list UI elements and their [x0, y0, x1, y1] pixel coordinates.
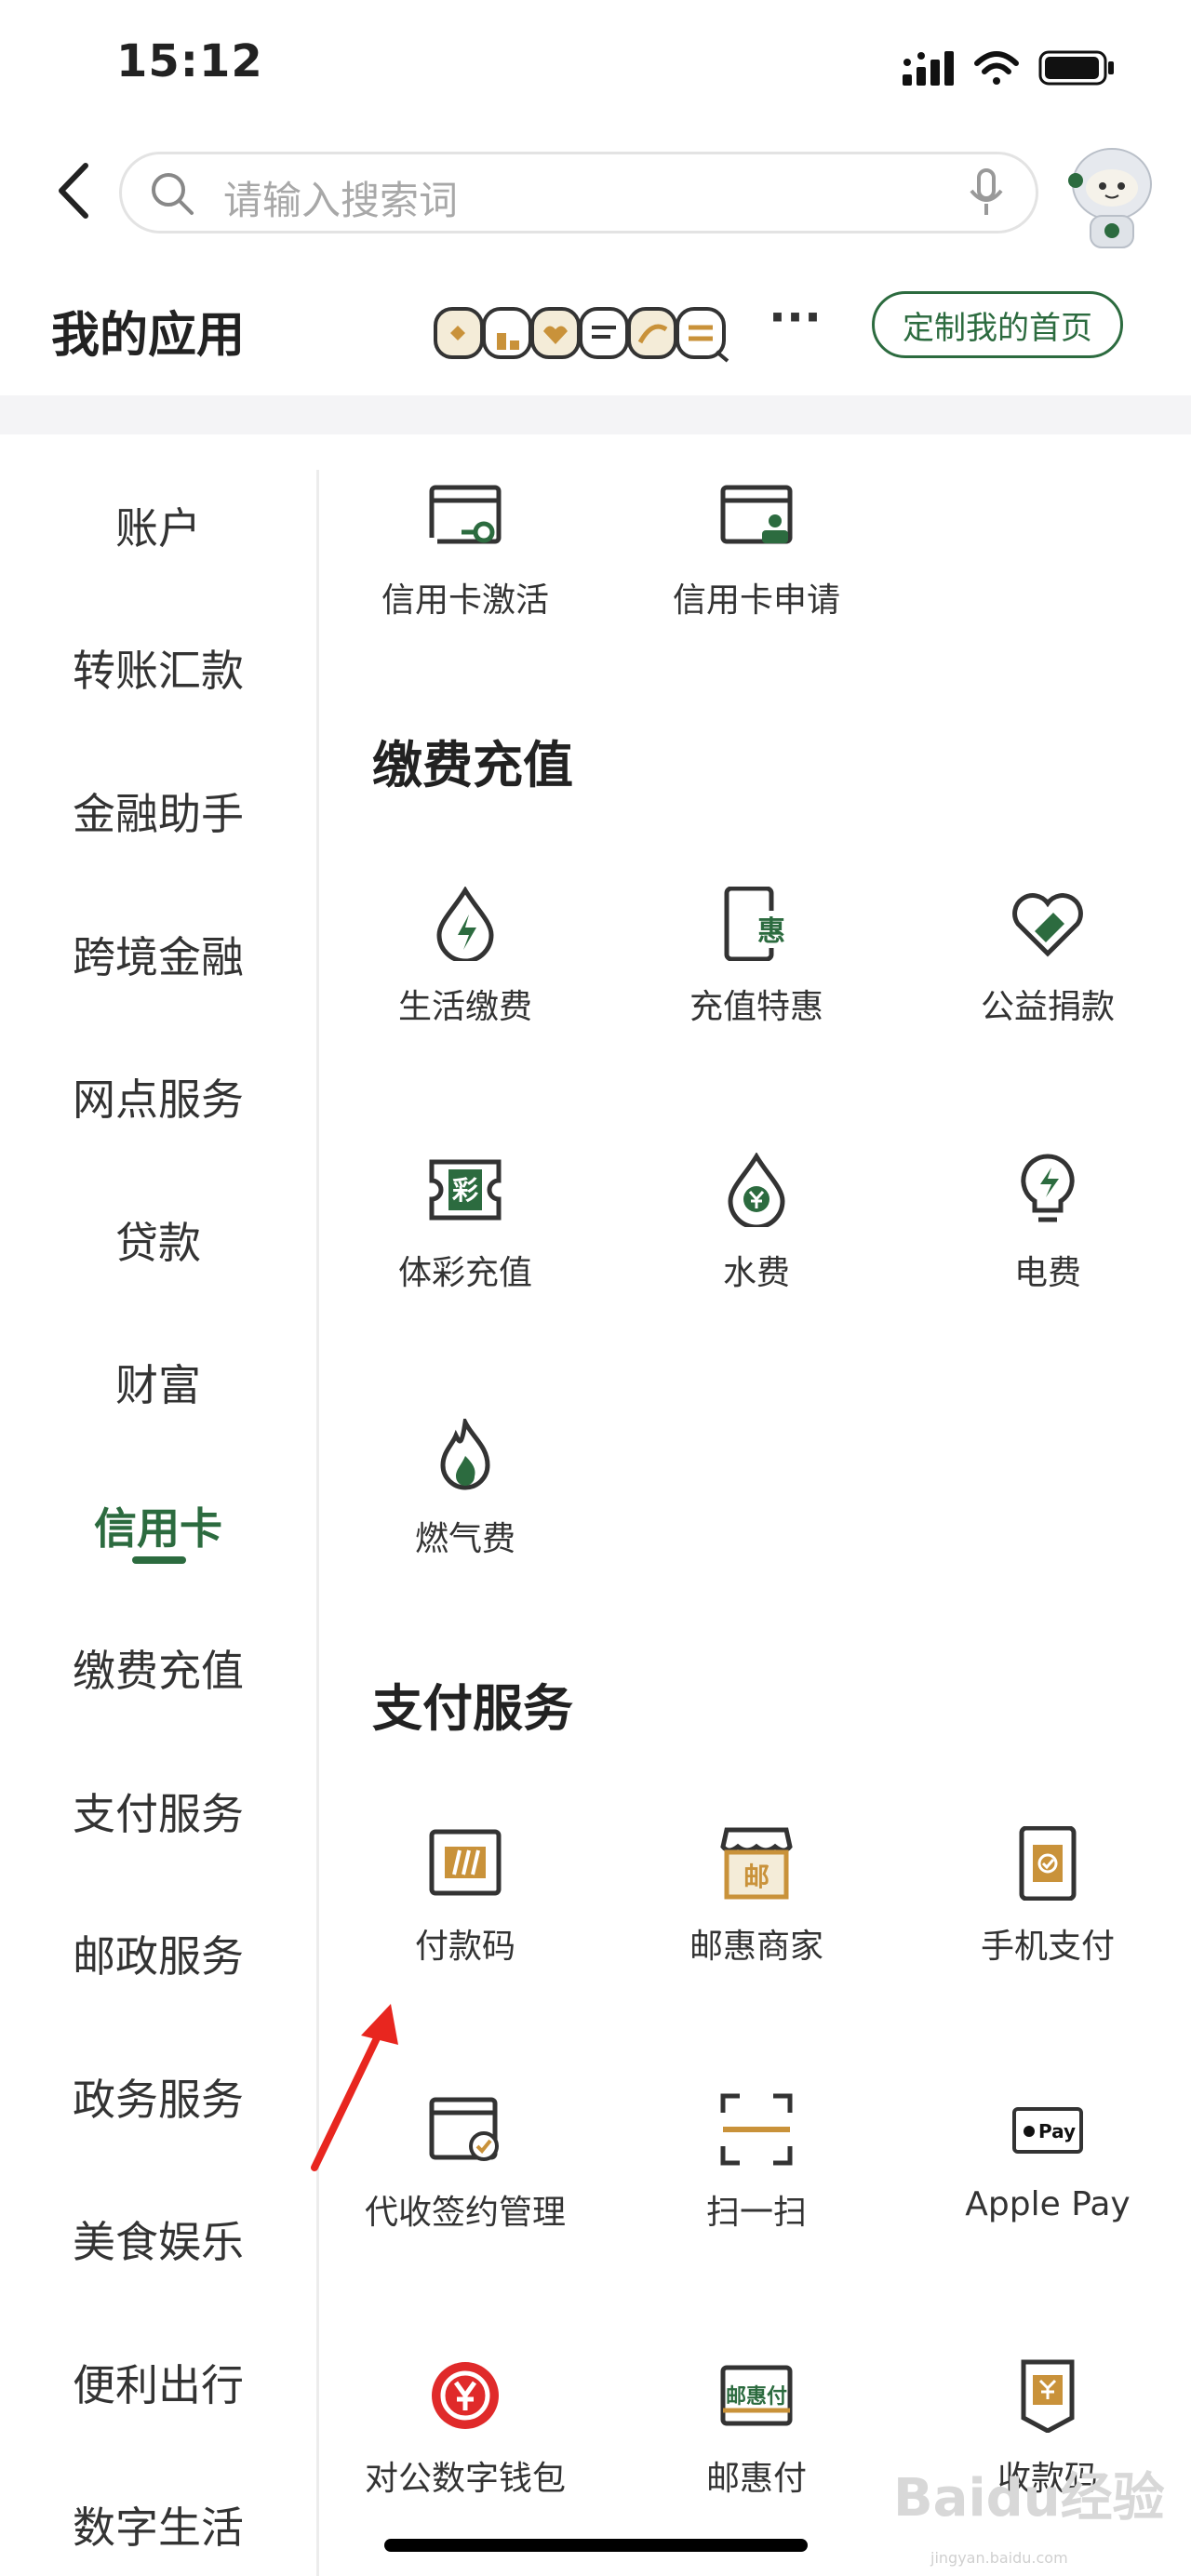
youhuifu-icon: 邮惠付: [720, 2365, 793, 2426]
app-label: 付款码: [414, 1928, 515, 1966]
app-topup-deals[interactable]: 惠 充值特惠: [610, 887, 903, 1091]
app-merchant[interactable]: 邮 邮惠商家: [610, 1826, 903, 2031]
watermark-sub: jingyan.baidu.com: [930, 2549, 1068, 2567]
app-electricity-bill[interactable]: 电费: [902, 1153, 1191, 1357]
sidebar-item-travel[interactable]: 便利出行: [0, 2352, 316, 2413]
yhf-glyph: 邮惠付: [726, 2385, 787, 2409]
lottery-ticket-icon: 彩: [429, 1159, 502, 1221]
back-chevron-icon[interactable]: [48, 158, 104, 223]
status-icons: [903, 50, 1114, 86]
sidebar-item-payment-topup[interactable]: 缴费充值: [0, 1637, 316, 1699]
sidebar-item-government[interactable]: 政务服务: [0, 2066, 316, 2128]
more-dots[interactable]: ···: [769, 290, 822, 344]
you-glyph: 邮: [743, 1862, 769, 1892]
flame-icon: [440, 1419, 490, 1490]
app-label: 扫一扫: [705, 2194, 807, 2232]
app-credit-card-apply[interactable]: 信用卡申请: [610, 480, 903, 685]
app-utility-bills[interactable]: 生活缴费: [319, 887, 611, 1091]
sidebar-item-transfer[interactable]: 转账汇款: [0, 637, 316, 699]
sidebar-item-branch[interactable]: 网点服务: [0, 1066, 316, 1128]
heart-hands-icon: [1012, 893, 1083, 957]
app-credit-card-activate[interactable]: 信用卡激活: [319, 480, 611, 685]
wifi-icon: [974, 51, 1019, 85]
app-label: 邮惠付: [705, 2460, 807, 2498]
card-apply-icon: [720, 485, 793, 544]
scan-icon: [720, 2093, 793, 2166]
sidebar-item-loan[interactable]: 贷款: [0, 1209, 316, 1271]
pay-glyph: Pay: [1038, 2120, 1076, 2142]
section-gap: [0, 395, 1191, 434]
battery-icon: [1038, 50, 1114, 86]
digital-yuan-icon: [432, 2362, 499, 2429]
water-drop-icon: [728, 1153, 785, 1227]
pinned-app-icon: [579, 307, 629, 359]
app-label: 手机支付: [980, 1928, 1115, 1966]
pinned-app-icon: [434, 307, 484, 359]
app-label: Apple Pay: [965, 2185, 1131, 2223]
app-label: 信用卡申请: [672, 581, 840, 620]
phone-hui-icon: 惠: [724, 887, 790, 961]
microphone-icon[interactable]: [968, 168, 1005, 219]
home-indicator[interactable]: [384, 2539, 808, 2552]
app-label: 代收签约管理: [364, 2194, 566, 2232]
pinned-app-icon: [627, 307, 677, 359]
app-charity[interactable]: 公益捐款: [902, 887, 1191, 1091]
sidebar-item-food[interactable]: 美食娱乐: [0, 2209, 316, 2270]
app-label: 燃气费: [414, 1520, 515, 1558]
app-label: 公益捐款: [980, 988, 1115, 1026]
lightning-drop-icon: [436, 887, 494, 961]
app-water-bill[interactable]: 水费: [610, 1153, 903, 1357]
section-title-payment: 缴费充值: [372, 736, 573, 794]
pinned-app-icon: [530, 307, 581, 359]
hui-glyph: 惠: [757, 915, 785, 948]
pinned-app-icon: [482, 307, 532, 359]
app-youhuifu[interactable]: 邮惠付 邮惠付: [610, 2358, 903, 2563]
app-mobile-pay[interactable]: 手机支付: [902, 1826, 1191, 2031]
pinned-app-icon: [676, 307, 729, 363]
sidebar-item-cross-border[interactable]: 跨境金融: [0, 924, 316, 985]
sidebar-item-digital-life[interactable]: 数字生活: [0, 2494, 316, 2556]
search-input[interactable]: 请输入搜索词: [223, 169, 458, 226]
app-label: 充值特惠: [689, 988, 823, 1026]
sidebar-item-credit-card[interactable]: 信用卡: [0, 1495, 316, 1556]
cai-glyph: 彩: [452, 1175, 478, 1206]
app-label: 生活缴费: [397, 988, 532, 1026]
sidebar-item-finance-assistant[interactable]: 金融助手: [0, 781, 316, 842]
card-activate-icon: [428, 485, 502, 547]
contract-icon: [429, 2097, 499, 2161]
app-gas-bill[interactable]: 燃气费: [319, 1419, 611, 1623]
app-corporate-wallet[interactable]: 对公数字钱包: [319, 2358, 611, 2563]
shop-icon: 邮: [720, 1827, 793, 1900]
sidebar-item-pay-service[interactable]: 支付服务: [0, 1781, 316, 1842]
receive-code-icon: [1021, 2359, 1075, 2433]
watermark: Baidu经验: [893, 2468, 1165, 2529]
app-label: 电费: [1013, 1254, 1081, 1292]
red-arrow-annotation: [311, 2004, 398, 2171]
section-title-pay-service: 支付服务: [372, 1679, 573, 1738]
pinned-apps-strip[interactable]: [432, 296, 748, 370]
mascot-avatar[interactable]: [1061, 140, 1163, 251]
barcode-icon: [429, 1829, 502, 1896]
app-apple-pay[interactable]: Pay Apple Pay: [902, 2092, 1191, 2297]
status-time: 15:12: [116, 35, 263, 87]
signal-icon: [903, 51, 954, 86]
mobile-pay-icon: [1019, 1826, 1077, 1901]
customize-home-button[interactable]: 定制我的首页: [872, 291, 1123, 358]
app-scan[interactable]: 扫一扫: [610, 2092, 903, 2297]
apple-pay-icon: Pay: [1012, 2107, 1083, 2154]
app-label: 邮惠商家: [689, 1928, 823, 1966]
bulb-icon: [1021, 1154, 1075, 1222]
category-sidebar: 账户 转账汇款 金融助手 跨境金融 网点服务 贷款 财富 信用卡 缴费充值 支付…: [0, 434, 316, 2576]
sidebar-item-postal[interactable]: 邮政服务: [0, 1923, 316, 1984]
app-lottery-topup[interactable]: 彩 体彩充值: [319, 1153, 611, 1357]
sidebar-item-wealth[interactable]: 财富: [0, 1352, 316, 1413]
active-indicator: [132, 1556, 186, 1564]
search-icon: [152, 173, 194, 215]
sidebar-item-account[interactable]: 账户: [0, 495, 316, 556]
app-label: 水费: [722, 1254, 790, 1292]
page-title: 我的应用: [51, 308, 246, 364]
app-label: 体彩充值: [397, 1254, 532, 1292]
app-label: 信用卡激活: [381, 581, 549, 620]
app-label: 对公数字钱包: [364, 2460, 566, 2498]
